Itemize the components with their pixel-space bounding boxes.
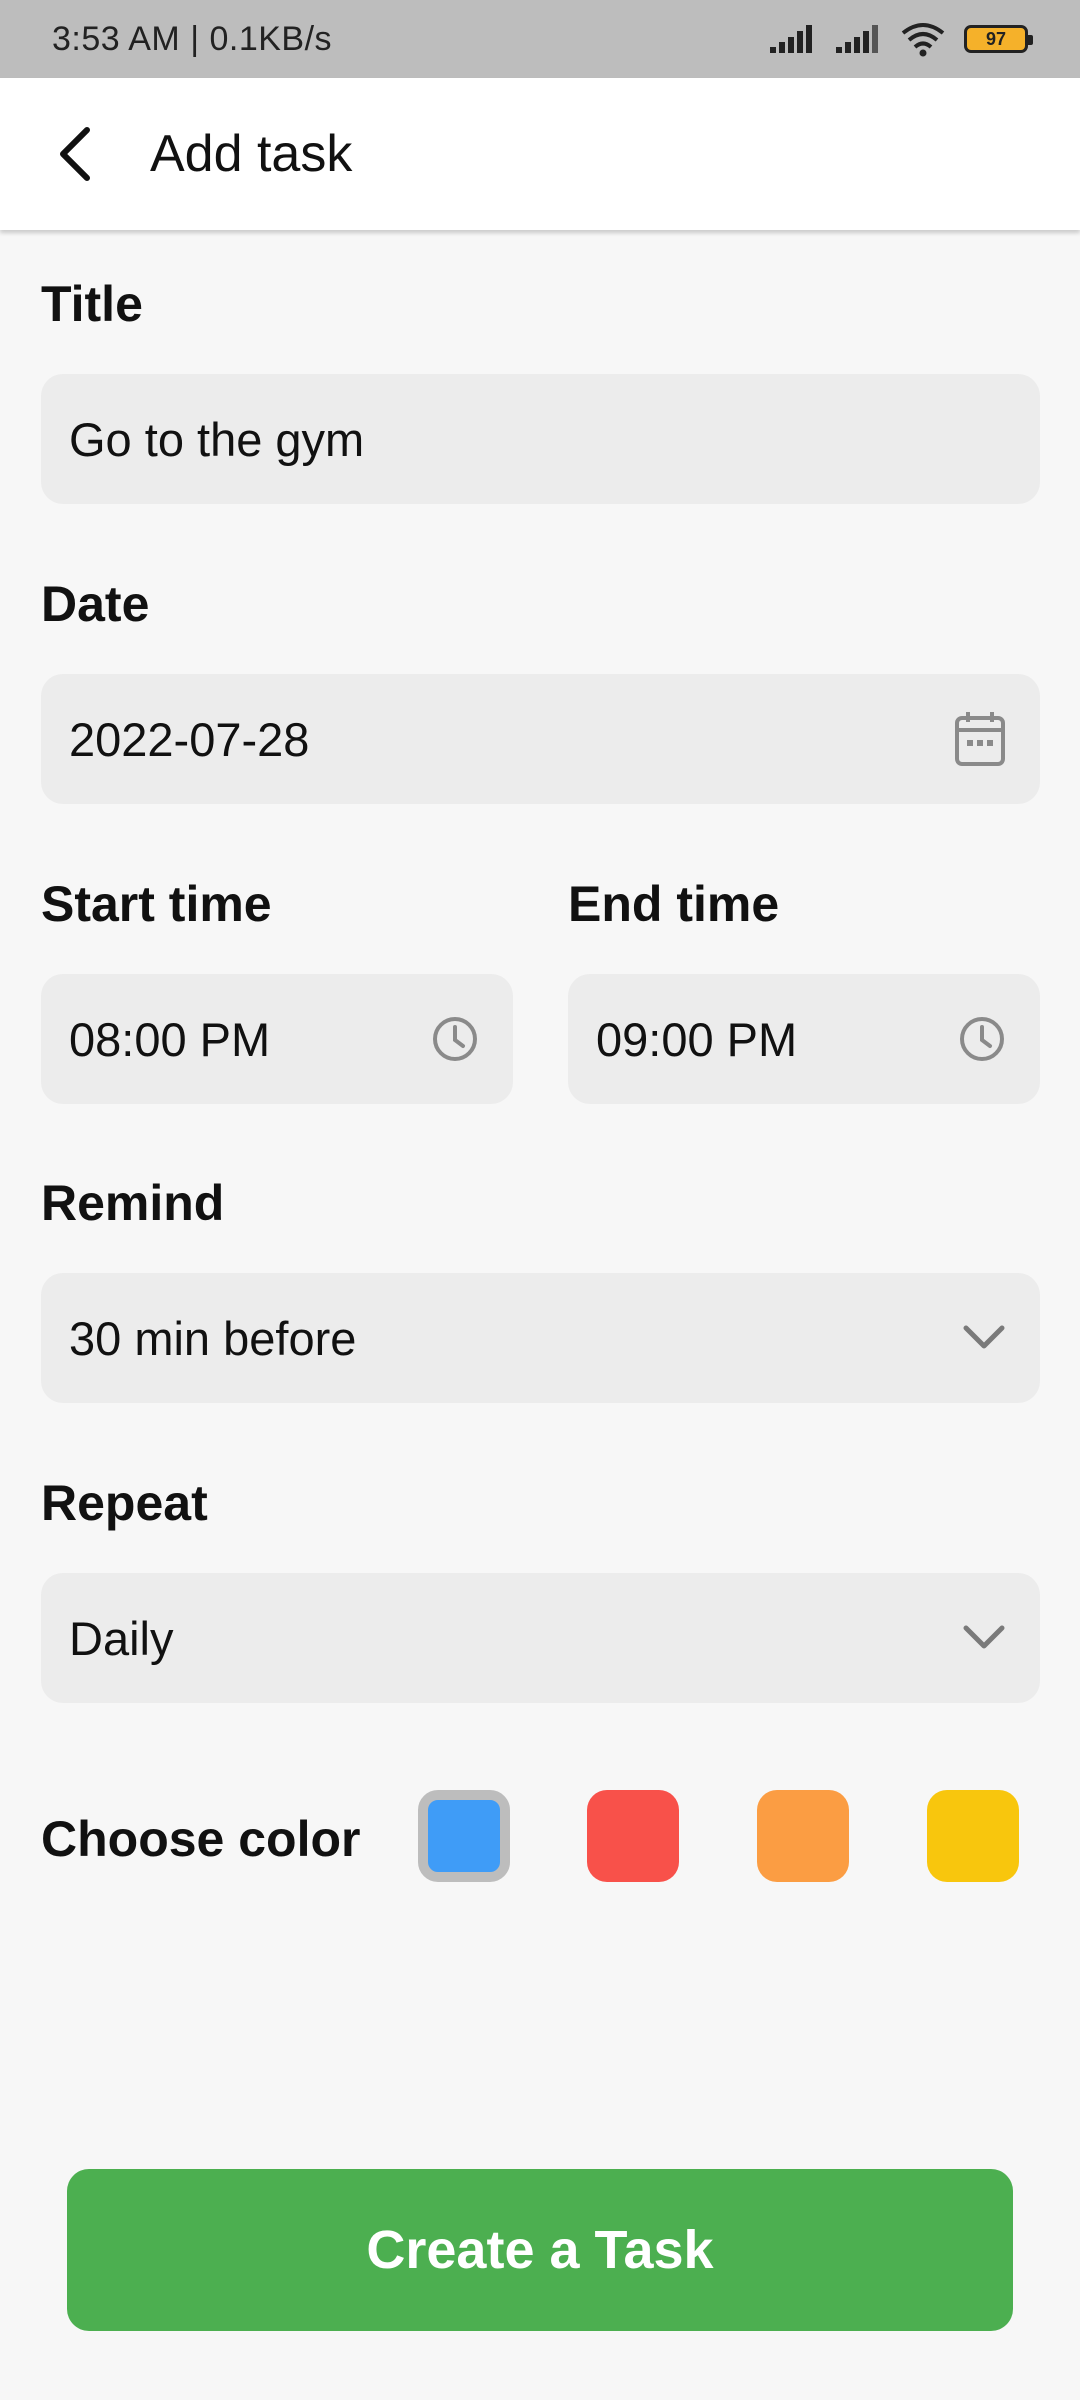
- title-label: Title: [41, 276, 143, 332]
- calendar-icon[interactable]: [954, 710, 1006, 768]
- repeat-select[interactable]: Daily: [41, 1573, 1040, 1703]
- signal-icon-2: [836, 25, 878, 53]
- remind-select[interactable]: 30 min before: [41, 1273, 1040, 1403]
- end-time-field[interactable]: 09:00 PM: [568, 974, 1040, 1104]
- back-button[interactable]: [0, 78, 150, 230]
- repeat-label: Repeat: [41, 1475, 208, 1531]
- title-input-value: Go to the gym: [69, 412, 365, 466]
- date-field[interactable]: 2022-07-28: [41, 674, 1040, 804]
- clock-icon[interactable]: [431, 1015, 479, 1063]
- date-field-value: 2022-07-28: [69, 712, 310, 766]
- signal-icon: [770, 25, 812, 53]
- create-task-button[interactable]: Create a Task: [67, 2169, 1013, 2331]
- color-swatch-yellow[interactable]: [927, 1790, 1019, 1882]
- repeat-select-value: Daily: [69, 1611, 174, 1665]
- title-input[interactable]: Go to the gym: [41, 374, 1040, 504]
- end-time-value: 09:00 PM: [596, 1012, 798, 1066]
- chevron-down-icon: [962, 1624, 1006, 1652]
- date-label: Date: [41, 576, 150, 632]
- wifi-icon: [901, 23, 945, 57]
- start-time-label: Start time: [41, 876, 272, 932]
- color-swatch-red[interactable]: [587, 1790, 679, 1882]
- end-time-label: End time: [568, 876, 780, 932]
- choose-color-label: Choose color: [41, 1811, 361, 1867]
- page-title: Add task: [150, 125, 353, 183]
- status-icons: 97: [768, 21, 1033, 57]
- back-arrow-icon: [60, 127, 90, 181]
- color-swatch-blue[interactable]: [418, 1790, 510, 1882]
- remind-label: Remind: [41, 1175, 225, 1231]
- start-time-field[interactable]: 08:00 PM: [41, 974, 513, 1104]
- status-time: 3:53 AM | 0.1KB/s: [52, 19, 333, 58]
- chevron-down-icon: [962, 1324, 1006, 1352]
- color-swatch-orange[interactable]: [757, 1790, 849, 1882]
- app-bar: Add task: [0, 78, 1080, 230]
- battery-icon: 97: [964, 25, 1033, 53]
- clock-icon[interactable]: [958, 1015, 1006, 1063]
- battery-level: 97: [985, 28, 1007, 49]
- remind-select-value: 30 min before: [69, 1311, 357, 1365]
- start-time-value: 08:00 PM: [69, 1012, 271, 1066]
- status-bar: 3:53 AM | 0.1KB/s 97: [0, 0, 1080, 78]
